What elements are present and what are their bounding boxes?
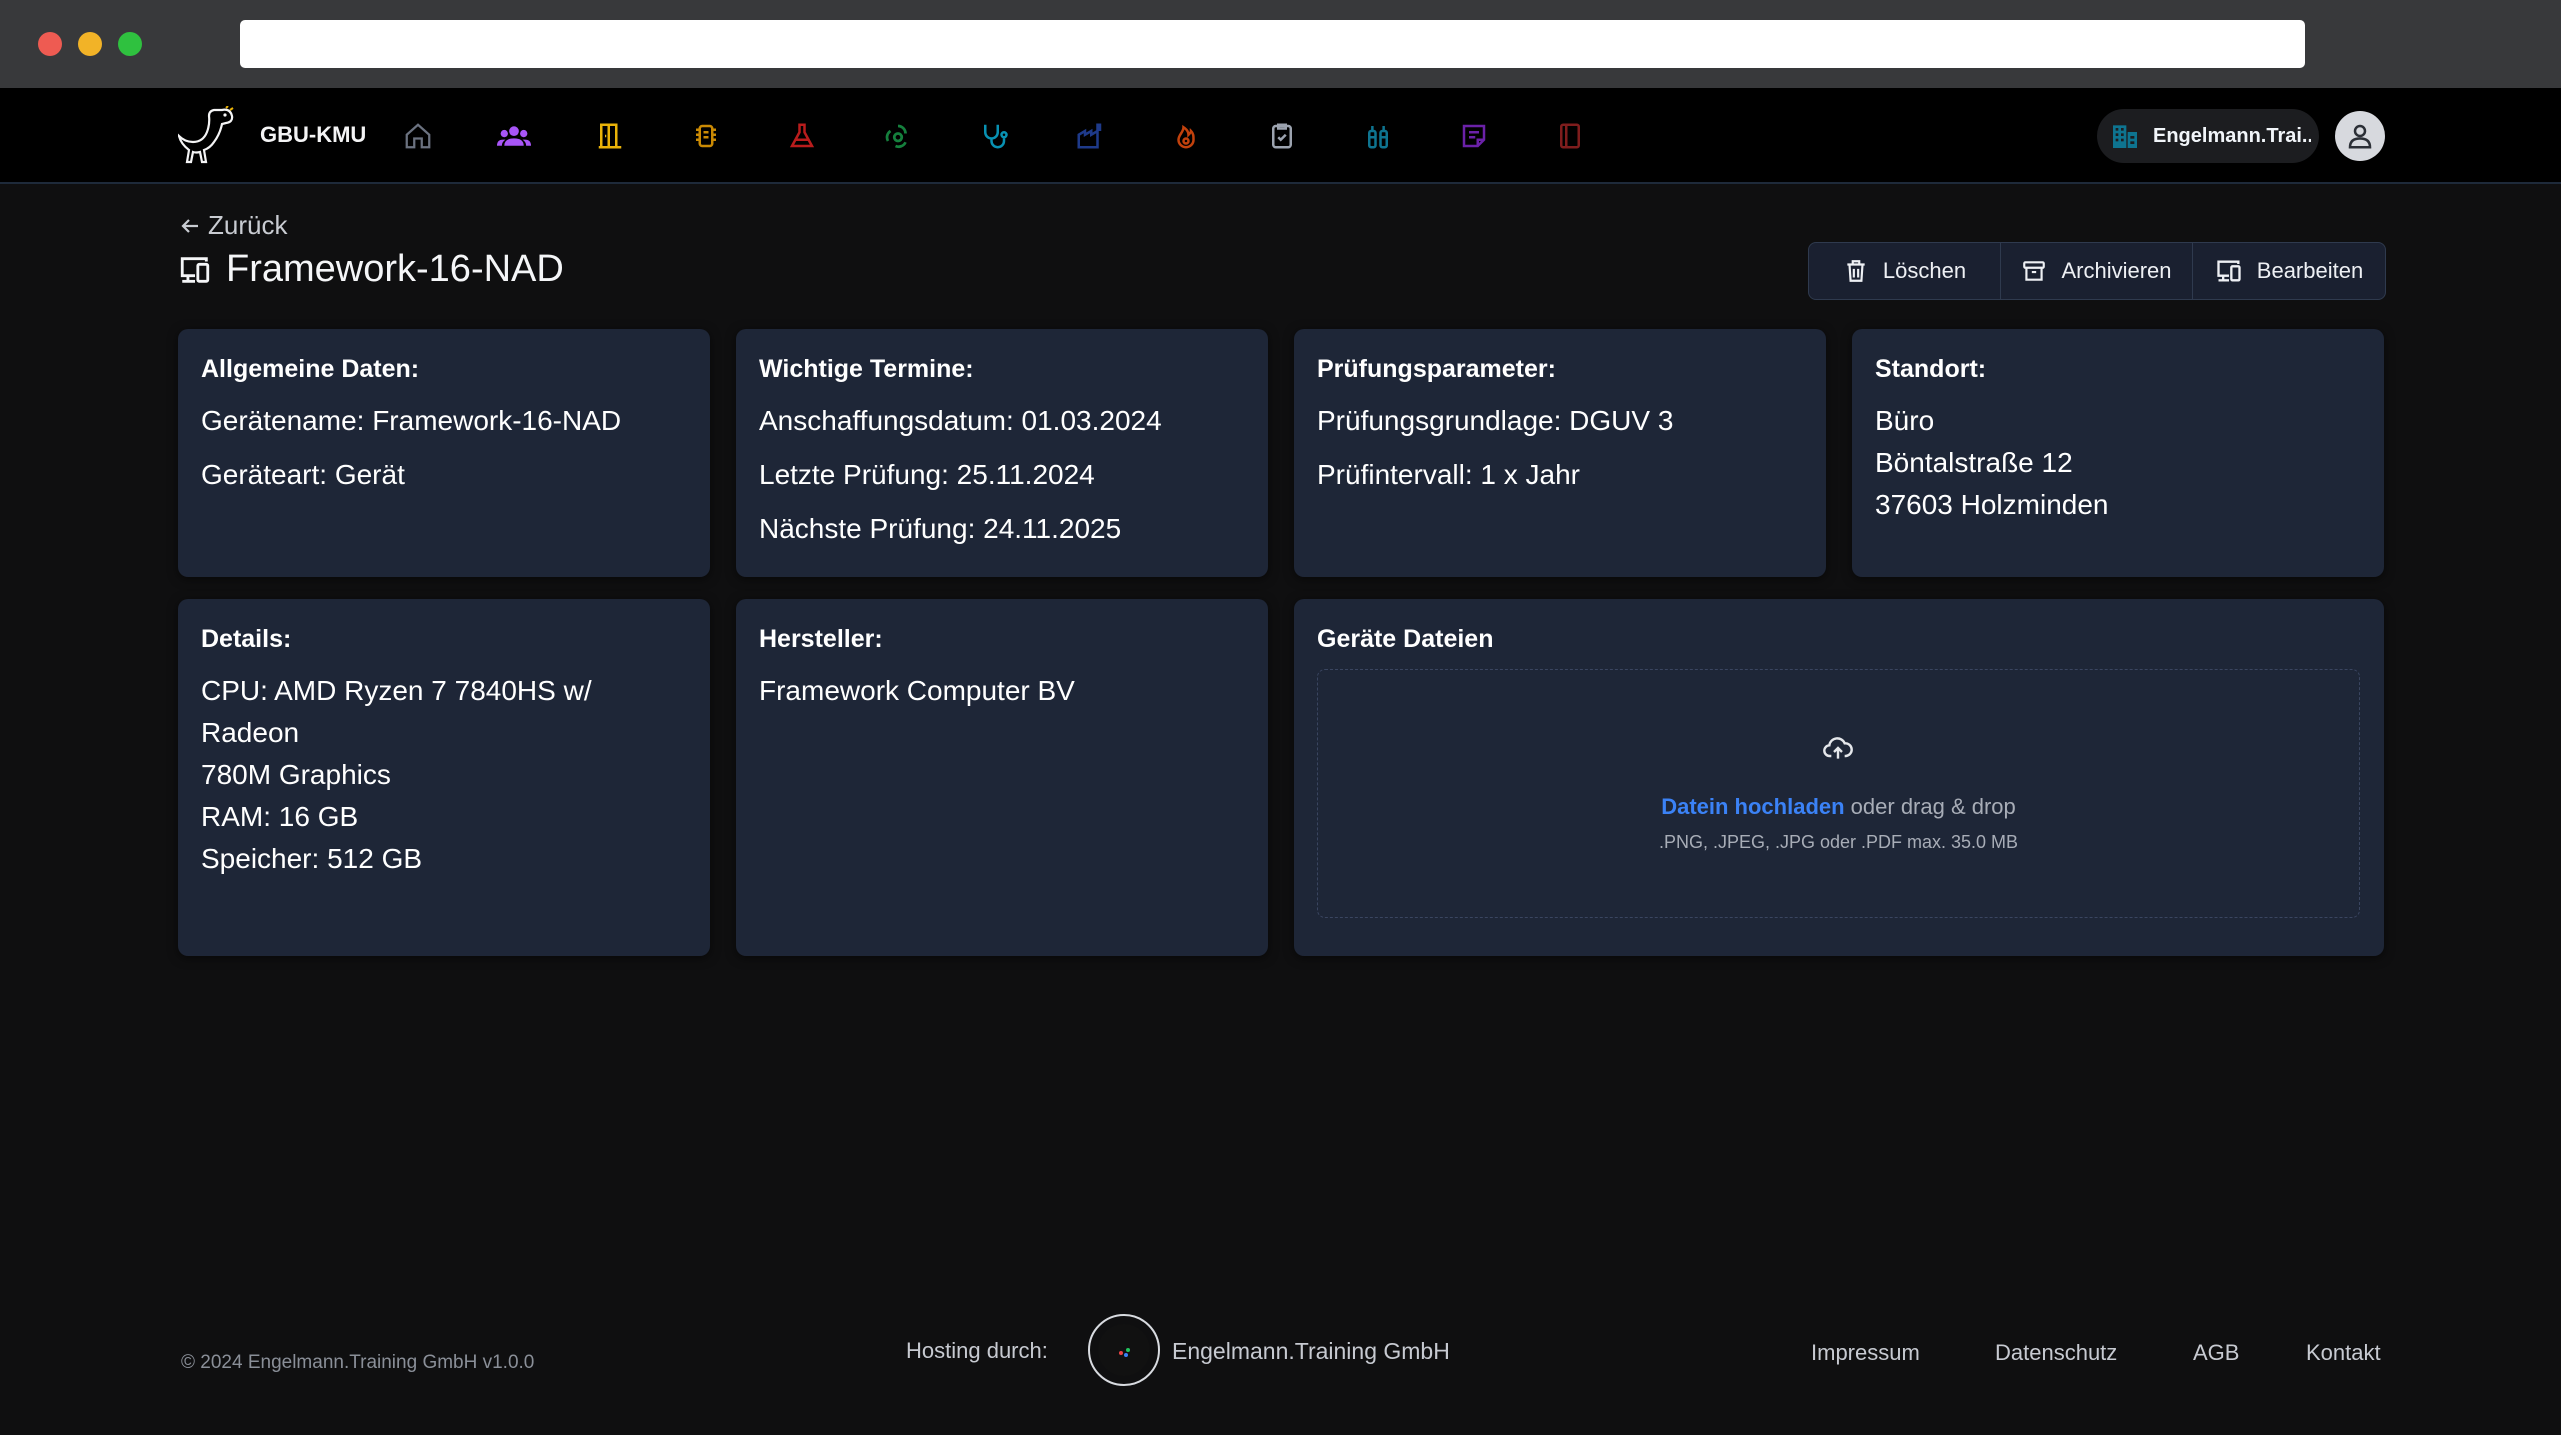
devices-icon [2217,260,2241,282]
card-heading: Details: [201,625,292,653]
file-dropzone[interactable]: Datein hochladen oder drag & drop .PNG, … [1317,669,2360,918]
window-minimize-button[interactable] [78,32,102,56]
app-header: GBU-KMU Engelmann.Trai... [0,88,2561,184]
host-logo[interactable] [1088,1314,1160,1386]
organization-name: Engelmann.Trai... [2153,124,2311,147]
back-link[interactable]: Zurück [178,210,287,241]
cpu-line-1: CPU: AMD Ryzen 7 7840HS w/ Radeon [201,675,592,748]
footer-copyright: © 2024 Engelmann.Training GmbH v1.0.0 [181,1352,535,1373]
inspection-basis: Prüfungsgrundlage: DGUV 3 [1317,405,1674,436]
page-title-row: Framework-16-NAD [178,248,564,291]
notes-icon[interactable] [1456,118,1492,154]
biohazard-icon[interactable] [880,118,916,154]
cpu-line-2: 780M Graphics [201,759,391,790]
host-name[interactable]: Engelmann.Training GmbH [1172,1338,1450,1365]
fire-icon[interactable] [1168,118,1204,154]
devices-icon [180,256,210,283]
delete-label: Löschen [1882,258,1967,283]
manufacturer-name: Framework Computer BV [759,675,1075,706]
book-icon[interactable] [1552,118,1588,154]
brand-name[interactable]: GBU-KMU [260,122,366,148]
archive-button[interactable]: Archivieren [2001,243,2193,299]
upload-file-hint: .PNG, .JPEG, .JPG oder .PDF max. 35.0 MB [1658,832,2019,852]
footer-link-impressum[interactable]: Impressum [1811,1340,1920,1366]
device-type: Geräteart: Gerät [201,459,405,490]
card-heading: Prüfungsparameter: [1317,355,1556,383]
next-inspection-date: Nächste Prüfung: 24.11.2025 [759,513,1122,544]
footer-link-agb[interactable]: AGB [2193,1340,2239,1366]
archive-label: Archivieren [2061,258,2172,283]
building-icon [2113,125,2137,148]
general-data-card: Allgemeine Daten: Gerätename: Framework-… [178,329,710,577]
home-icon[interactable] [400,118,436,154]
inspection-interval: Prüfintervall: 1 x Jahr [1317,459,1580,490]
users-icon[interactable] [496,118,532,154]
location-street: Böntalstraße 12 [1875,447,2073,478]
door-icon[interactable] [592,118,628,154]
important-dates-card: Wichtige Termine: Anschaffungsdatum: 01.… [736,329,1268,577]
purchase-date: Anschaffungsdatum: 01.03.2024 [759,405,1162,436]
stethoscope-icon[interactable] [976,118,1012,154]
device-name: Gerätename: Framework-16-NAD [201,405,622,436]
storage-info: Speicher: 512 GB [201,843,423,874]
upload-instruction: Datein hochladen oder drag & drop [1318,794,2359,820]
arrow-left-icon [181,218,198,233]
clipboard-check-icon[interactable] [1264,118,1300,154]
details-card: Details: CPU: AMD Ryzen 7 7840HS w/ Rade… [178,599,710,956]
edit-label: Bearbeiten [2256,258,2364,283]
cloud-upload-icon [1823,737,1853,759]
card-heading: Wichtige Termine: [759,355,974,383]
upload-files-link[interactable]: Datein hochladen [1661,794,1844,819]
flask-icon[interactable] [784,118,820,154]
trash-icon [1847,260,1865,282]
inspection-parameters-card: Prüfungsparameter: Prüfungsgrundlage: DG… [1294,329,1826,577]
address-bar[interactable] [240,20,2305,68]
hosting-label: Hosting durch: [906,1338,1048,1363]
dinosaur-logo-icon[interactable] [178,106,236,166]
window-maximize-button[interactable] [118,32,142,56]
page-title: Framework-16-NAD [226,248,564,290]
location-room: Büro [1875,405,1935,436]
footer-link-datenschutz[interactable]: Datenschutz [1995,1340,2117,1366]
chip-icon[interactable] [688,118,724,154]
organization-switcher[interactable]: Engelmann.Trai... [2097,109,2319,163]
delete-button[interactable]: Löschen [1809,243,2001,299]
action-button-group: Löschen Archivieren Bearbeiten [1808,242,2386,300]
card-heading: Hersteller: [759,625,883,653]
machine-icon[interactable] [1072,118,1108,154]
host-logo-icon [1098,1324,1150,1376]
manufacturer-card: Hersteller: Framework Computer BV [736,599,1268,956]
card-heading: Geräte Dateien [1317,625,1494,653]
user-avatar[interactable] [2335,111,2385,161]
edit-button[interactable]: Bearbeiten [2193,243,2385,299]
upload-instruction-rest: oder drag & drop [1844,794,2016,819]
ram-info: RAM: 16 GB [201,801,359,832]
archive-icon [2023,261,2046,281]
last-inspection-date: Letzte Prüfung: 25.11.2024 [759,459,1095,490]
browser-chrome [0,0,2561,88]
location-city: 37603 Holzminden [1875,489,2109,520]
back-label: Zurück [208,210,288,240]
fire-extinguisher-icon[interactable] [1360,118,1396,154]
card-heading: Allgemeine Daten: [201,355,420,383]
location-card: Standort: Büro Böntalstraße 12 37603 Hol… [1852,329,2384,577]
user-icon [2348,124,2372,149]
card-heading: Standort: [1875,355,1987,383]
footer-link-kontakt[interactable]: Kontakt [2306,1340,2381,1366]
window-close-button[interactable] [38,32,62,56]
